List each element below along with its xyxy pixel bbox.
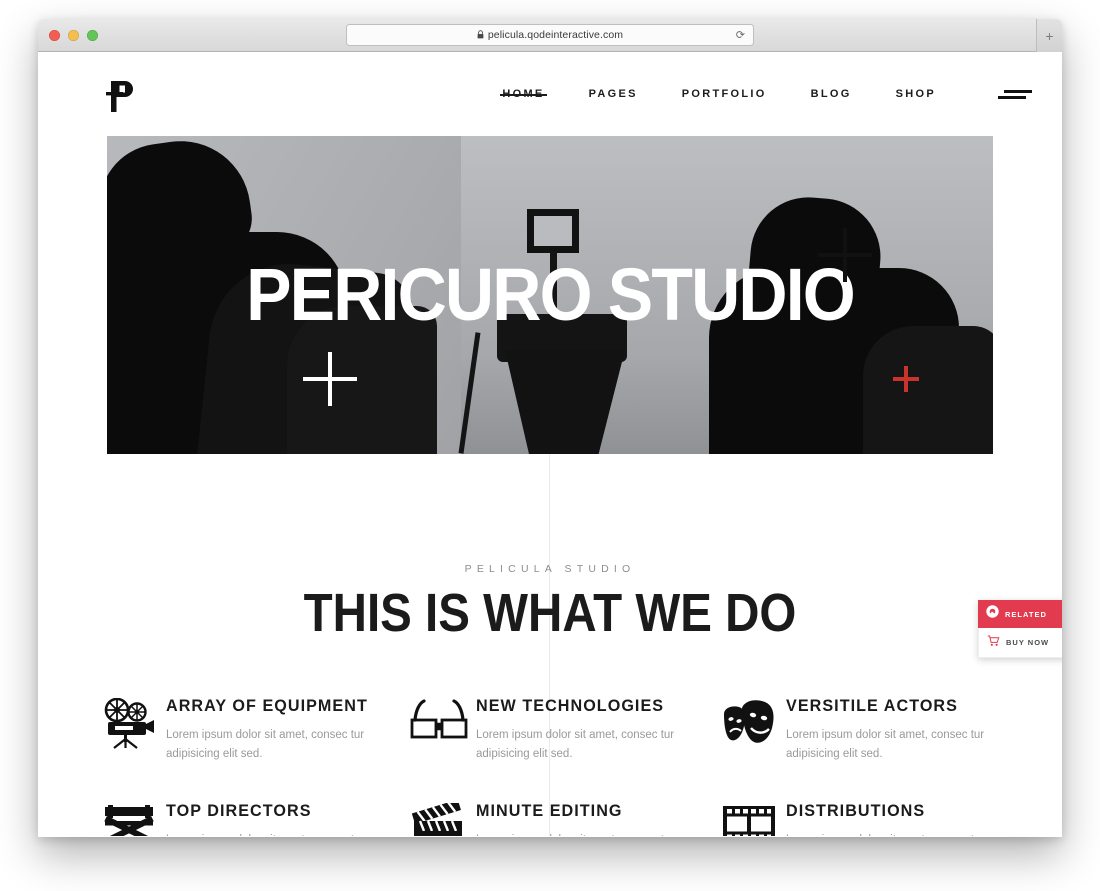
feature-body: ARRAY OF EQUIPMENT Lorem ipsum dolor sit… (166, 694, 379, 771)
clapperboard-icon (402, 799, 476, 837)
nav-item-home[interactable]: HOME (480, 88, 566, 100)
film-strip-icon (712, 799, 786, 837)
page-root: pelicula.qodeinteractive.com ⟳ + HOME PA… (0, 0, 1100, 891)
shopping-cart-icon (987, 634, 1000, 652)
purchase-widget: RELATED BUY NOW (978, 600, 1062, 658)
nav-item-pages[interactable]: PAGES (567, 88, 660, 100)
reload-icon[interactable]: ⟳ (736, 29, 745, 42)
features-grid: ARRAY OF EQUIPMENT Lorem ipsum dolor sit… (92, 680, 1022, 837)
feature-versitile-actors[interactable]: VERSITILE ACTORS Lorem ipsum dolor sit a… (712, 680, 1022, 785)
3d-glasses-icon (402, 694, 476, 771)
nav-item-blog[interactable]: BLOG (789, 88, 874, 100)
address-bar[interactable]: pelicula.qodeinteractive.com ⟳ (346, 24, 754, 46)
feature-body: NEW TECHNOLOGIES Lorem ipsum dolor sit a… (476, 694, 681, 771)
lock-icon (477, 26, 484, 44)
feature-new-technologies[interactable]: NEW TECHNOLOGIES Lorem ipsum dolor sit a… (402, 680, 712, 785)
hamburger-bar-top (1004, 90, 1032, 93)
nav-item-shop[interactable]: SHOP (874, 88, 958, 100)
traffic-lights (49, 30, 98, 41)
hero-banner[interactable]: PERICURO STUDIO (107, 136, 993, 454)
buy-now-label: BUY NOW (1006, 638, 1050, 647)
feature-minute-editing[interactable]: MINUTE EDITING Lorem ipsum dolor sit ame… (402, 785, 712, 837)
feature-text: Lorem ipsum dolor sit amet, consec tur a… (476, 729, 675, 760)
feature-title: DISTRIBUTIONS (786, 801, 926, 820)
main-navigation: HOME PAGES PORTFOLIO BLOG SHOP (480, 52, 958, 136)
related-label: RELATED (1005, 609, 1047, 619)
site-logo[interactable] (102, 76, 142, 116)
feature-text: Lorem ipsum dolor sit amet, consec tur a… (786, 729, 985, 760)
hamburger-bar-bottom (998, 96, 1026, 99)
browser-chrome-bar: pelicula.qodeinteractive.com ⟳ + (38, 19, 1062, 52)
cross-marker-top-right-icon (818, 228, 872, 282)
director-chair-icon (92, 799, 166, 837)
viewport-bottom-edge (38, 836, 1062, 837)
site-viewport: HOME PAGES PORTFOLIO BLOG SHOP PERICURO … (38, 52, 1062, 837)
feature-body: DISTRIBUTIONS Lorem ipsum dolor sit amet… (786, 799, 991, 837)
minimize-window-button[interactable] (68, 30, 79, 41)
section-subtitle: PELICULA STUDIO (464, 563, 636, 575)
hamburger-icon[interactable] (998, 90, 1032, 102)
feature-body: MINUTE EDITING Lorem ipsum dolor sit ame… (476, 799, 681, 837)
theatre-masks-icon (712, 694, 786, 771)
feature-text: Lorem ipsum dolor sit amet, consec tur a… (166, 729, 365, 760)
site-header: HOME PAGES PORTFOLIO BLOG SHOP (38, 52, 1062, 136)
feature-title: TOP DIRECTORS (166, 801, 312, 820)
feature-title: MINUTE EDITING (476, 801, 623, 820)
feature-array-of-equipment[interactable]: ARRAY OF EQUIPMENT Lorem ipsum dolor sit… (92, 680, 402, 785)
crew-member-right-arm (863, 326, 993, 454)
record-circle-icon (986, 605, 999, 623)
new-tab-button[interactable]: + (1036, 19, 1062, 52)
feature-title: ARRAY OF EQUIPMENT (166, 696, 368, 715)
camera-rig-monitor-screen (534, 216, 572, 246)
feature-title: VERSITILE ACTORS (786, 696, 958, 715)
related-button[interactable]: RELATED (978, 600, 1062, 628)
cross-marker-bottom-right-icon (893, 366, 919, 392)
nav-item-portfolio[interactable]: PORTFOLIO (660, 88, 789, 100)
feature-distributions[interactable]: DISTRIBUTIONS Lorem ipsum dolor sit amet… (712, 785, 1022, 837)
feature-body: VERSITILE ACTORS Lorem ipsum dolor sit a… (786, 694, 991, 771)
maximize-window-button[interactable] (87, 30, 98, 41)
browser-window: pelicula.qodeinteractive.com ⟳ + HOME PA… (38, 19, 1062, 837)
section-title: THIS IS WHAT WE DO (303, 583, 797, 643)
close-window-button[interactable] (49, 30, 60, 41)
feature-body: TOP DIRECTORS Lorem ipsum dolor sit amet… (166, 799, 371, 837)
cross-marker-left-icon (303, 352, 357, 406)
address-bar-url: pelicula.qodeinteractive.com (487, 29, 624, 41)
feature-title: NEW TECHNOLOGIES (476, 696, 665, 715)
buy-now-button[interactable]: BUY NOW (978, 628, 1062, 658)
feature-top-directors[interactable]: TOP DIRECTORS Lorem ipsum dolor sit amet… (92, 785, 402, 837)
movie-camera-icon (92, 694, 166, 771)
